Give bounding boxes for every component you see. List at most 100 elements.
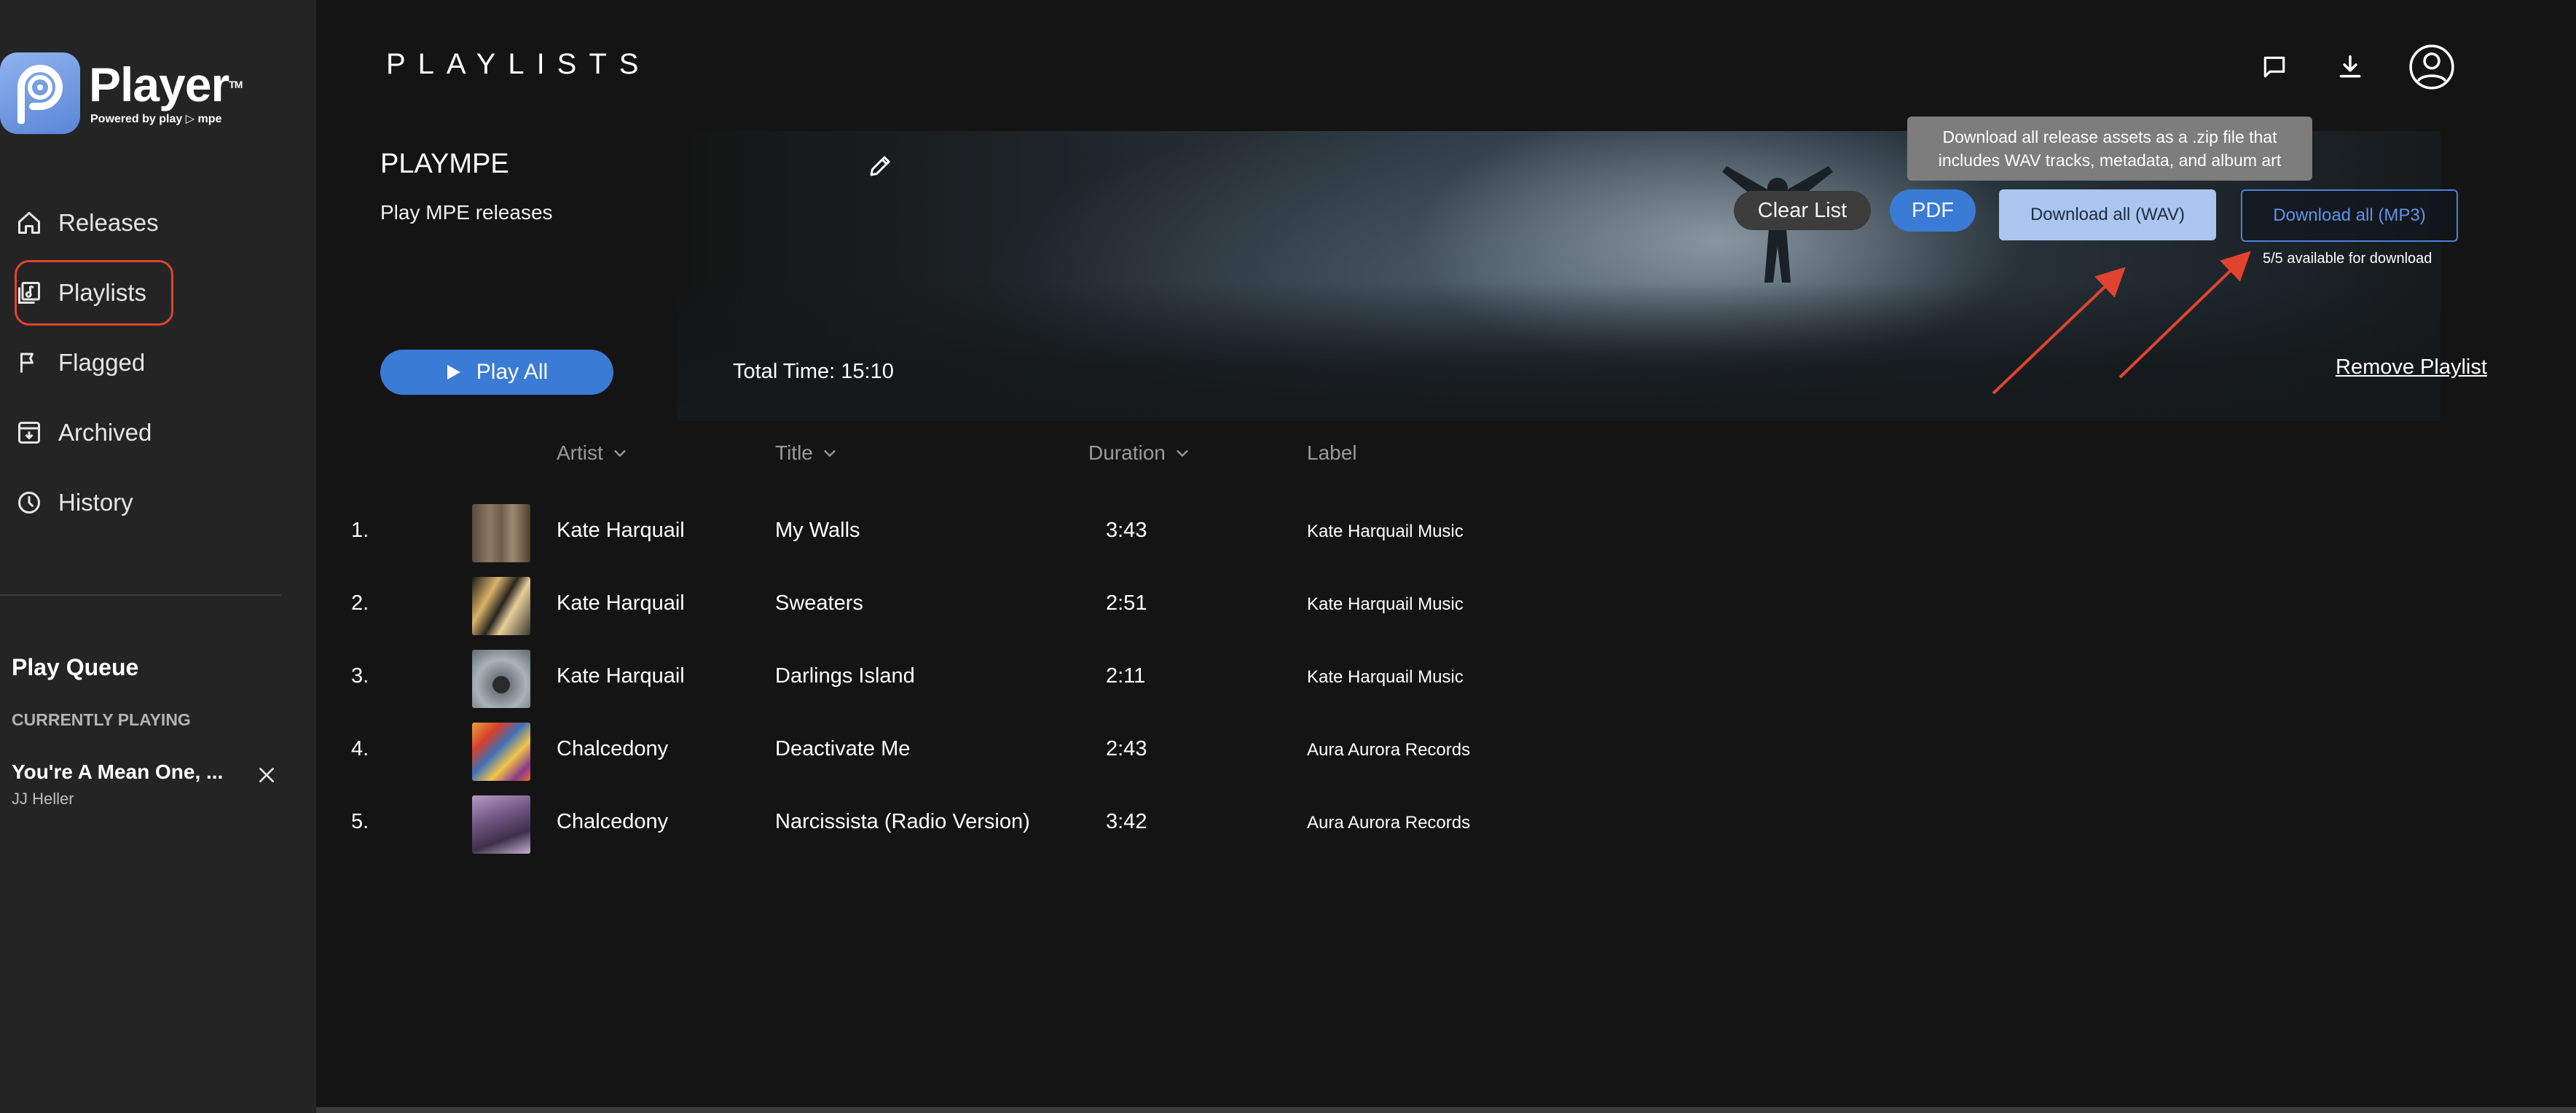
- queue-song-artist: JJ Heller: [12, 790, 74, 808]
- track-table-header: Artist Title Duration Label: [316, 441, 2576, 473]
- clear-list-button[interactable]: Clear List: [1734, 191, 1871, 230]
- album-art: [472, 504, 530, 562]
- brand-tm: TM: [229, 79, 243, 90]
- track-number: 1.: [351, 519, 369, 542]
- download-all-wav-button[interactable]: Download all (WAV): [1999, 189, 2216, 240]
- brand-subtitle: Powered by play ▷ mpe: [90, 113, 222, 125]
- track-number: 2.: [351, 591, 369, 615]
- sidebar-item-label: Flagged: [58, 349, 146, 376]
- sidebar-item-flagged[interactable]: Flagged: [0, 328, 316, 398]
- header-label: Title: [775, 441, 813, 464]
- flag-icon: [15, 348, 44, 377]
- play-icon: [446, 363, 462, 381]
- tooltip-line: includes WAV tracks, metadata, and album…: [1938, 151, 2282, 170]
- track-duration: 2:51: [1106, 591, 1147, 615]
- total-time: Total Time: 15:10: [733, 360, 894, 383]
- player-logo-icon: [0, 52, 80, 134]
- crowd-silhouette: [678, 283, 2440, 421]
- chat-icon[interactable]: [2254, 47, 2295, 87]
- track-title: My Walls: [775, 519, 860, 542]
- availability-text: 5/5 available for download: [2263, 251, 2432, 267]
- header-label: Artist: [557, 441, 603, 464]
- album-art: [472, 795, 530, 854]
- brand-logo[interactable]: PlayerTM Powered by play ▷ mpe: [0, 52, 243, 134]
- download-icon[interactable]: [2330, 47, 2371, 87]
- currently-playing-heading: CURRENTLY PLAYING: [12, 710, 191, 729]
- tooltip-line: Download all release assets as a .zip fi…: [1942, 127, 2277, 146]
- download-tooltip: Download all release assets as a .zip fi…: [1907, 117, 2312, 181]
- header-label: Label: [1307, 441, 1357, 464]
- table-row[interactable]: 1. Kate Harquail My Walls 3:43 Kate Harq…: [316, 497, 2576, 570]
- play-all-label: Play All: [476, 360, 549, 384]
- album-art: [472, 650, 530, 708]
- sort-duration-header[interactable]: Duration: [1088, 441, 1190, 465]
- track-label: Aura Aurora Records: [1307, 740, 1471, 760]
- track-title: Narcissista (Radio Version): [775, 810, 1030, 833]
- play-queue: Play Queue CURRENTLY PLAYING You're A Me…: [12, 654, 303, 809]
- track-title: Darlings Island: [775, 664, 915, 688]
- download-all-mp3-button[interactable]: Download all (MP3): [2241, 189, 2458, 242]
- sidebar-item-label: Releases: [58, 209, 159, 236]
- track-number: 3.: [351, 664, 369, 688]
- account-icon[interactable]: [2406, 41, 2458, 93]
- play-all-button[interactable]: Play All: [380, 350, 613, 395]
- header-actions: [2254, 41, 2458, 93]
- track-duration: 3:42: [1106, 810, 1147, 833]
- album-art: [472, 723, 530, 781]
- chevron-down-icon: [612, 445, 628, 461]
- main-content: PLAYLISTS PLAYMPE Play MPE releases Clea…: [316, 0, 2576, 1113]
- sidebar-item-history[interactable]: History: [0, 468, 316, 538]
- play-queue-title: Play Queue: [12, 654, 139, 680]
- chevron-down-icon: [1174, 445, 1190, 461]
- track-label: Aura Aurora Records: [1307, 813, 1471, 833]
- track-duration: 2:11: [1106, 664, 1146, 688]
- sort-artist-header[interactable]: Artist: [557, 441, 628, 465]
- album-art: [472, 577, 530, 635]
- sort-title-header[interactable]: Title: [775, 441, 838, 465]
- table-row[interactable]: 2. Kate Harquail Sweaters 2:51 Kate Harq…: [316, 570, 2576, 642]
- pencil-icon[interactable]: [864, 150, 896, 182]
- sidebar-nav: Releases Playlists Flagged Archived Hist…: [0, 188, 316, 538]
- playlist-name: PLAYMPE: [380, 149, 509, 179]
- archive-icon: [15, 418, 44, 447]
- sidebar: PlayerTM Powered by play ▷ mpe Releases …: [0, 0, 316, 1113]
- track-title: Sweaters: [775, 591, 863, 615]
- track-artist: Kate Harquail: [557, 519, 685, 542]
- track-duration: 2:43: [1106, 737, 1147, 760]
- sidebar-item-label: Playlists: [58, 279, 147, 306]
- header-label: Duration: [1088, 441, 1166, 464]
- chevron-down-icon: [822, 445, 838, 461]
- sidebar-item-playlists[interactable]: Playlists: [0, 258, 316, 328]
- close-icon[interactable]: [252, 760, 281, 790]
- sidebar-item-label: Archived: [58, 419, 152, 446]
- page-title: PLAYLISTS: [386, 48, 651, 80]
- track-title: Deactivate Me: [775, 737, 911, 760]
- track-label: Kate Harquail Music: [1307, 522, 1464, 541]
- brand-text: PlayerTM Powered by play ▷ mpe: [89, 58, 243, 126]
- horizontal-scrollbar[interactable]: [316, 1107, 2576, 1113]
- track-duration: 3:43: [1106, 519, 1147, 542]
- track-label: Kate Harquail Music: [1307, 594, 1464, 614]
- remove-playlist-link[interactable]: Remove Playlist: [2336, 355, 2487, 379]
- table-row[interactable]: 4. Chalcedony Deactivate Me 2:43 Aura Au…: [316, 715, 2576, 788]
- table-row[interactable]: 3. Kate Harquail Darlings Island 2:11 Ka…: [316, 642, 2576, 715]
- app-root: PlayerTM Powered by play ▷ mpe Releases …: [0, 0, 2576, 1113]
- sidebar-item-releases[interactable]: Releases: [0, 188, 316, 258]
- track-list: 1. Kate Harquail My Walls 3:43 Kate Harq…: [316, 497, 2576, 861]
- queue-item[interactable]: You're A Mean One, ... JJ Heller: [12, 760, 303, 809]
- track-artist: Chalcedony: [557, 810, 669, 833]
- brand-title: Player: [89, 58, 229, 111]
- pdf-button[interactable]: PDF: [1890, 189, 1976, 232]
- track-number: 4.: [351, 737, 369, 760]
- sidebar-item-label: History: [58, 489, 133, 516]
- playlist-description: Play MPE releases: [380, 201, 553, 224]
- track-artist: Chalcedony: [557, 737, 669, 760]
- table-row[interactable]: 5. Chalcedony Narcissista (Radio Version…: [316, 788, 2576, 861]
- sidebar-item-archived[interactable]: Archived: [0, 398, 316, 468]
- track-artist: Kate Harquail: [557, 591, 685, 615]
- label-header: Label: [1307, 441, 1357, 465]
- track-number: 5.: [351, 810, 369, 833]
- track-artist: Kate Harquail: [557, 664, 685, 688]
- sidebar-divider: [0, 594, 281, 596]
- playlist-icon: [15, 278, 44, 307]
